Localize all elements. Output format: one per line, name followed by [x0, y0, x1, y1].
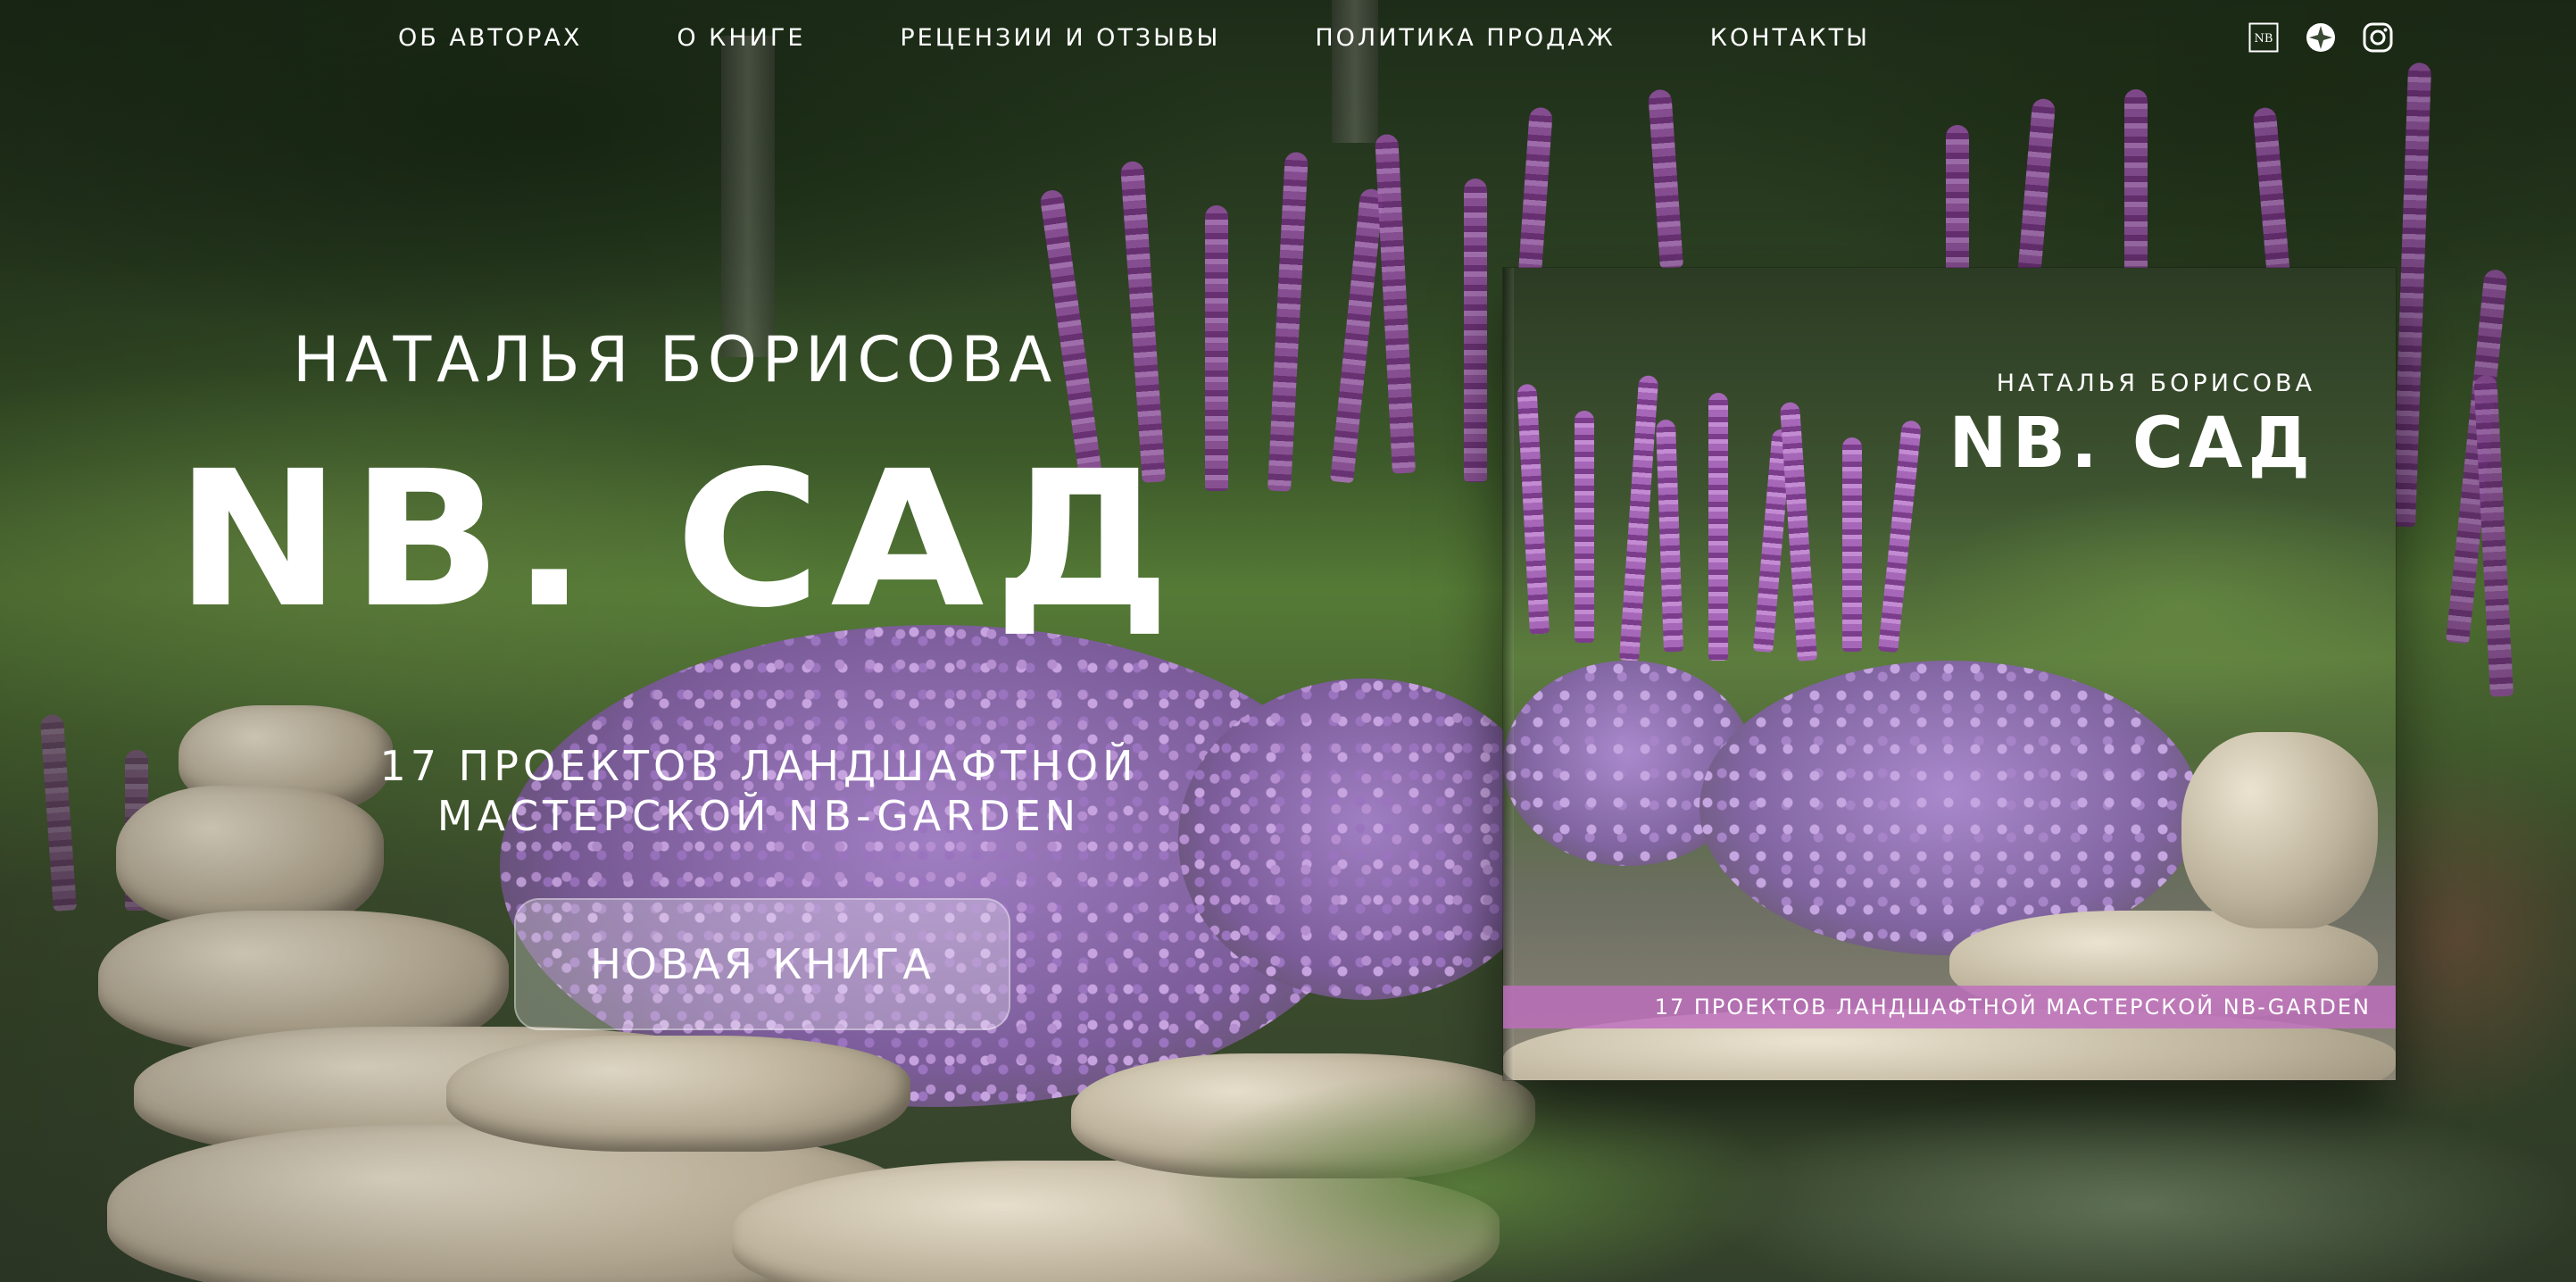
compass-star-icon[interactable]: [2305, 21, 2337, 54]
nav-item-contacts[interactable]: КОНТАКТЫ: [1710, 24, 1870, 52]
book-spine: [1503, 268, 1514, 1080]
nav-item-about-book[interactable]: О КНИГЕ: [677, 24, 805, 52]
book-subtitle-band: 17 ПРОЕКТОВ ЛАНДШАФТНОЙ МАСТЕРСКОЙ NB-GA…: [1503, 986, 2396, 1028]
nav-item-about-authors[interactable]: ОБ АВТОРАХ: [398, 24, 582, 52]
hero-author: НАТАЛЬЯ БОРИСОВА: [293, 323, 1058, 396]
hero-title: NB. САД: [175, 430, 1181, 649]
nb-logo-text: NB: [2255, 32, 2273, 46]
new-book-button[interactable]: НОВАЯ КНИГА: [514, 898, 1010, 1030]
social-links: NB: [2248, 20, 2394, 55]
book-title: NB. САД: [1949, 404, 2315, 484]
hero-subtitle-line-2: МАСТЕРСКОЙ NB-GARDEN: [436, 792, 1081, 840]
book-cover[interactable]: НАТАЛЬЯ БОРИСОВА NB. САД 17 ПРОЕКТОВ ЛАН…: [1503, 268, 2396, 1080]
top-nav: ОБ АВТОРАХ О КНИГЕ РЕЦЕНЗИИ И ОТЗЫВЫ ПОЛ…: [398, 20, 1870, 55]
nav-item-reviews[interactable]: РЕЦЕНЗИИ И ОТЗЫВЫ: [900, 24, 1220, 52]
book-subtitle-text: 17 ПРОЕКТОВ ЛАНДШАФТНОЙ МАСТЕРСКОЙ NB-GA…: [1654, 995, 2371, 1020]
hero-subtitle: 17 ПРОЕКТОВ ЛАНДШАФТНОЙ МАСТЕРСКОЙ NB-GA…: [295, 741, 1223, 841]
book-author: НАТАЛЬЯ БОРИСОВА: [1996, 370, 2315, 397]
nav-item-sales-policy[interactable]: ПОЛИТИКА ПРОДАЖ: [1315, 24, 1615, 52]
nb-logo-icon[interactable]: NB: [2248, 21, 2280, 54]
instagram-icon[interactable]: [2362, 21, 2394, 54]
hero-subtitle-line-1: 17 ПРОЕКТОВ ЛАНДШАФТНОЙ: [379, 742, 1138, 790]
